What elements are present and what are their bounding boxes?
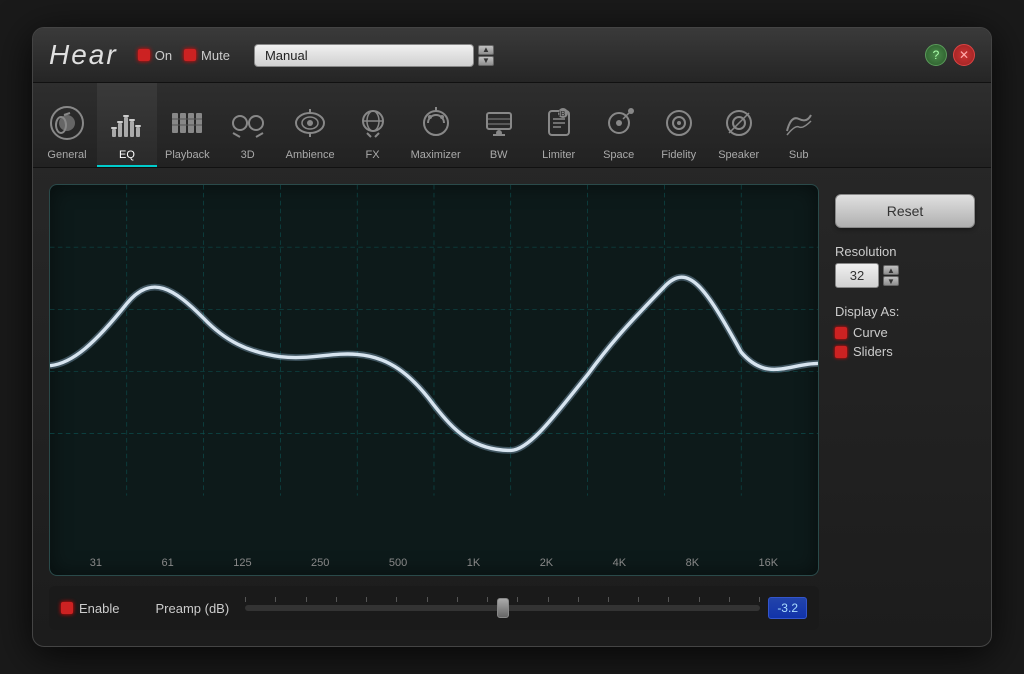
close-button[interactable]: ✕ bbox=[953, 44, 975, 66]
fidelity-icon bbox=[657, 101, 701, 145]
tab-sub-label: Sub bbox=[789, 149, 809, 161]
resolution-up-arrow[interactable]: ▲ bbox=[883, 265, 899, 275]
tab-ambience[interactable]: Ambience bbox=[278, 83, 343, 167]
speaker-icon bbox=[717, 101, 761, 145]
reset-button[interactable]: Reset bbox=[835, 194, 975, 228]
fx-icon bbox=[351, 101, 395, 145]
tab-maximizer[interactable]: Maximizer bbox=[403, 83, 469, 167]
tab-bw-label: BW bbox=[490, 149, 508, 161]
display-as-label: Display As: bbox=[835, 304, 975, 319]
tab-fidelity-label: Fidelity bbox=[661, 149, 696, 161]
tab-playback[interactable]: Playback bbox=[157, 83, 218, 167]
enable-label: Enable bbox=[79, 601, 119, 616]
enable-button[interactable]: Enable bbox=[61, 601, 119, 616]
freq-250: 250 bbox=[311, 557, 329, 569]
preset-down-arrow[interactable]: ▼ bbox=[478, 56, 494, 66]
3d-icon bbox=[226, 101, 270, 145]
mute-led bbox=[184, 49, 196, 61]
app-window: Hear On Mute ▲ ▼ ? ✕ bbox=[32, 27, 992, 647]
tab-general-label: General bbox=[47, 149, 86, 161]
tab-fx-label: FX bbox=[366, 149, 380, 161]
resolution-arrows: ▲ ▼ bbox=[883, 265, 899, 286]
preamp-value: -3.2 bbox=[768, 597, 807, 619]
limiter-icon: dB bbox=[537, 101, 581, 145]
freq-1k: 1K bbox=[467, 557, 480, 569]
curve-radio bbox=[835, 327, 847, 339]
ambience-icon bbox=[288, 101, 332, 145]
freq-125: 125 bbox=[233, 557, 251, 569]
freq-61: 61 bbox=[161, 557, 173, 569]
tab-general[interactable]: General bbox=[37, 83, 97, 167]
mute-button[interactable]: Mute bbox=[184, 48, 230, 63]
svg-text:dB: dB bbox=[556, 111, 565, 118]
header-controls: On Mute ▲ ▼ bbox=[138, 44, 494, 67]
resolution-label: Resolution bbox=[835, 244, 975, 259]
display-as-section: Display As: Curve Sliders bbox=[835, 304, 975, 363]
enable-led bbox=[61, 602, 73, 614]
tab-speaker-label: Speaker bbox=[718, 149, 759, 161]
freq-8k: 8K bbox=[686, 557, 699, 569]
tab-fx[interactable]: FX bbox=[343, 83, 403, 167]
tab-space-label: Space bbox=[603, 149, 634, 161]
on-button[interactable]: On bbox=[138, 48, 172, 63]
tab-playback-label: Playback bbox=[165, 149, 210, 161]
general-icon bbox=[45, 101, 89, 145]
eq-freq-labels: 31 61 125 250 500 1K 2K 4K 8K 16K bbox=[50, 557, 818, 569]
mute-label: Mute bbox=[201, 48, 230, 63]
main-content: 31 61 125 250 500 1K 2K 4K 8K 16K Enable bbox=[33, 168, 991, 646]
sliders-option[interactable]: Sliders bbox=[835, 344, 975, 359]
preset-select: ▲ ▼ bbox=[254, 44, 494, 67]
resolution-down-arrow[interactable]: ▼ bbox=[883, 276, 899, 286]
sliders-radio bbox=[835, 346, 847, 358]
on-label: On bbox=[155, 48, 172, 63]
help-button[interactable]: ? bbox=[925, 44, 947, 66]
tab-speaker[interactable]: Speaker bbox=[709, 83, 769, 167]
preset-arrows: ▲ ▼ bbox=[478, 45, 494, 66]
curve-option[interactable]: Curve bbox=[835, 325, 975, 340]
preamp-label: Preamp (dB) bbox=[155, 601, 229, 616]
preset-up-arrow[interactable]: ▲ bbox=[478, 45, 494, 55]
tab-bw[interactable]: BW bbox=[469, 83, 529, 167]
bottom-bar: Enable Preamp (dB) bbox=[49, 586, 819, 630]
tab-eq[interactable]: EQ bbox=[97, 83, 157, 167]
resolution-control: 32 ▲ ▼ bbox=[835, 263, 975, 288]
bw-icon bbox=[477, 101, 521, 145]
eq-area: 31 61 125 250 500 1K 2K 4K 8K 16K Enable bbox=[49, 184, 819, 630]
app-title: Hear bbox=[49, 39, 118, 71]
preamp-slider-container: -3.2 bbox=[245, 597, 807, 619]
header: Hear On Mute ▲ ▼ ? ✕ bbox=[33, 28, 991, 83]
tab-eq-label: EQ bbox=[119, 149, 135, 161]
resolution-value: 32 bbox=[835, 263, 879, 288]
space-icon bbox=[597, 101, 641, 145]
freq-16k: 16K bbox=[759, 557, 779, 569]
freq-500: 500 bbox=[389, 557, 407, 569]
eq-graph[interactable]: 31 61 125 250 500 1K 2K 4K 8K 16K bbox=[49, 184, 819, 576]
right-panel: Reset Resolution 32 ▲ ▼ Display As: Curv… bbox=[835, 184, 975, 630]
tab-space[interactable]: Space bbox=[589, 83, 649, 167]
tab-3d[interactable]: 3D bbox=[218, 83, 278, 167]
freq-4k: 4K bbox=[613, 557, 626, 569]
sub-icon bbox=[777, 101, 821, 145]
curve-label: Curve bbox=[853, 325, 888, 340]
playback-icon bbox=[165, 101, 209, 145]
maximizer-icon bbox=[414, 101, 458, 145]
tab-maximizer-label: Maximizer bbox=[411, 149, 461, 161]
on-led bbox=[138, 49, 150, 61]
tab-limiter-label: Limiter bbox=[542, 149, 575, 161]
tab-ambience-label: Ambience bbox=[286, 149, 335, 161]
tab-fidelity[interactable]: Fidelity bbox=[649, 83, 709, 167]
eq-grid-svg bbox=[50, 185, 818, 524]
freq-2k: 2K bbox=[540, 557, 553, 569]
preset-input[interactable] bbox=[254, 44, 474, 67]
sliders-label: Sliders bbox=[853, 344, 893, 359]
preamp-slider-track[interactable] bbox=[245, 605, 760, 611]
tab-sub[interactable]: Sub bbox=[769, 83, 829, 167]
tab-bar: General EQ bbox=[33, 83, 991, 168]
eq-icon bbox=[105, 101, 149, 145]
tab-3d-label: 3D bbox=[241, 149, 255, 161]
tab-limiter[interactable]: dB Limiter bbox=[529, 83, 589, 167]
preamp-slider-thumb[interactable] bbox=[497, 598, 509, 618]
resolution-section: Resolution 32 ▲ ▼ bbox=[835, 244, 975, 288]
freq-31: 31 bbox=[90, 557, 102, 569]
